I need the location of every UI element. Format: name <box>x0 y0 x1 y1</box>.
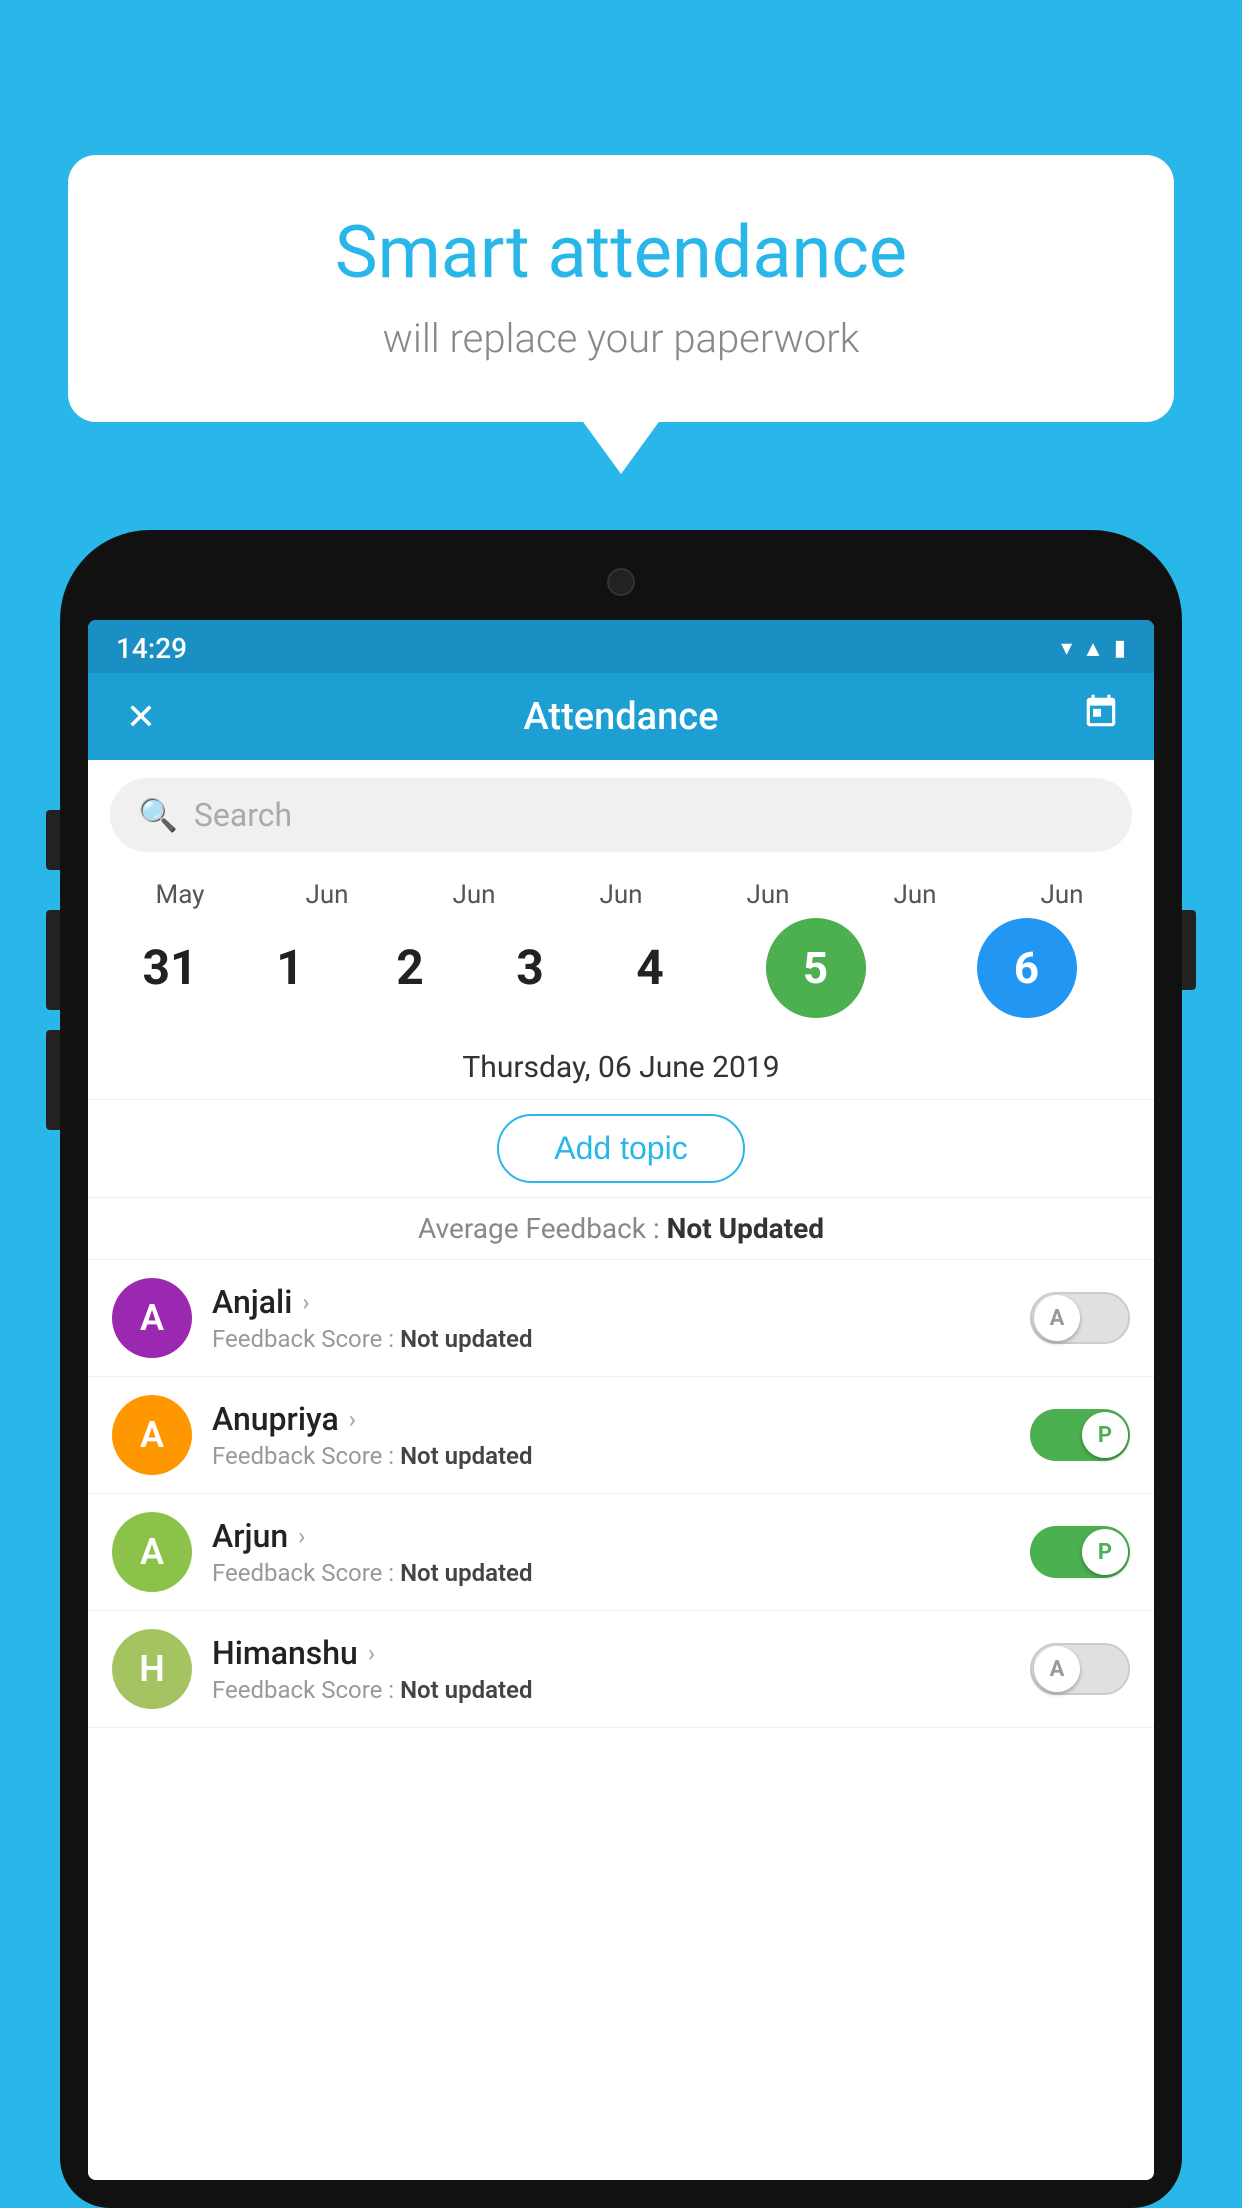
student-item: H Himanshu › Feedback Score : Not update… <box>88 1611 1154 1728</box>
student-feedback: Feedback Score : Not updated <box>212 1325 1010 1353</box>
speech-bubble-container: Smart attendance will replace your paper… <box>68 155 1174 422</box>
phone-frame: 14:29 ▾ ▲ ▮ ✕ Attendance <box>60 530 1182 2208</box>
student-item: A Anjali › Feedback Score : Not updated … <box>88 1260 1154 1377</box>
toggle-circle: P <box>1082 1529 1128 1575</box>
status-icons: ▾ ▲ ▮ <box>1061 636 1126 662</box>
power-button <box>1182 910 1196 990</box>
search-icon: 🔍 <box>138 796 178 834</box>
cal-month-0: May <box>120 880 240 910</box>
bubble-title: Smart attendance <box>128 210 1114 295</box>
status-time: 14:29 <box>116 632 187 665</box>
student-feedback: Feedback Score : Not updated <box>212 1442 1010 1470</box>
avatar: H <box>112 1629 192 1709</box>
calendar-dates: 31 1 2 3 4 5 6 <box>110 918 1132 1018</box>
student-name: Anjali › <box>212 1283 1010 1321</box>
student-info[interactable]: Himanshu › Feedback Score : Not updated <box>212 1634 1010 1704</box>
student-name: Arjun › <box>212 1517 1010 1555</box>
cal-date-1[interactable]: 1 <box>230 939 350 997</box>
battery-icon: ▮ <box>1114 636 1126 661</box>
add-topic-button[interactable]: Add topic <box>497 1114 744 1183</box>
cal-date-2[interactable]: 2 <box>350 939 470 997</box>
notch <box>541 540 701 608</box>
cal-month-3: Jun <box>561 880 681 910</box>
mute-button <box>46 810 60 870</box>
app-bar-title: Attendance <box>166 695 1076 739</box>
avatar: A <box>112 1512 192 1592</box>
cal-date-4[interactable]: 4 <box>590 939 710 997</box>
phone-screen: 14:29 ▾ ▲ ▮ ✕ Attendance <box>88 620 1154 2180</box>
search-bar[interactable]: 🔍 Search <box>110 778 1132 852</box>
toggle-circle: A <box>1034 1295 1080 1341</box>
cal-month-2: Jun <box>414 880 534 910</box>
avg-feedback-label: Average Feedback : <box>418 1212 667 1245</box>
phone-inner: 14:29 ▾ ▲ ▮ ✕ Attendance <box>70 540 1172 2198</box>
signal-icon: ▲ <box>1082 636 1104 662</box>
volume-up-button <box>46 910 60 1010</box>
toggle-off[interactable]: A <box>1030 1643 1130 1695</box>
speech-bubble: Smart attendance will replace your paper… <box>68 155 1174 422</box>
attendance-toggle[interactable]: P <box>1030 1409 1130 1461</box>
student-name: Anupriya › <box>212 1400 1010 1438</box>
chevron-right-icon: › <box>349 1405 356 1433</box>
cal-month-4: Jun <box>708 880 828 910</box>
avg-feedback-value: Not Updated <box>667 1212 824 1245</box>
calendar-strip: May Jun Jun Jun Jun Jun Jun 31 1 2 3 4 5… <box>88 870 1154 1036</box>
student-feedback: Feedback Score : Not updated <box>212 1676 1010 1704</box>
date-info: Thursday, 06 June 2019 <box>88 1036 1154 1100</box>
cal-date-31[interactable]: 31 <box>110 939 230 997</box>
toggle-on[interactable]: P <box>1030 1409 1130 1461</box>
student-feedback: Feedback Score : Not updated <box>212 1559 1010 1587</box>
cal-date-6-selected[interactable]: 6 <box>977 918 1077 1018</box>
selected-date-text: Thursday, 06 June 2019 <box>110 1050 1132 1085</box>
cal-month-1: Jun <box>267 880 387 910</box>
search-container: 🔍 Search <box>88 760 1154 870</box>
close-button[interactable]: ✕ <box>116 696 166 738</box>
attendance-toggle[interactable]: A <box>1030 1292 1130 1344</box>
calendar-months: May Jun Jun Jun Jun Jun Jun <box>110 880 1132 910</box>
volume-down-button <box>46 1030 60 1130</box>
toggle-on[interactable]: P <box>1030 1526 1130 1578</box>
wifi-icon: ▾ <box>1061 636 1072 661</box>
student-info[interactable]: Arjun › Feedback Score : Not updated <box>212 1517 1010 1587</box>
student-name: Himanshu › <box>212 1634 1010 1672</box>
student-info[interactable]: Anupriya › Feedback Score : Not updated <box>212 1400 1010 1470</box>
student-item: A Arjun › Feedback Score : Not updated P <box>88 1494 1154 1611</box>
avatar: A <box>112 1395 192 1475</box>
cal-month-5: Jun <box>855 880 975 910</box>
bubble-arrow <box>581 419 661 474</box>
student-item: A Anupriya › Feedback Score : Not update… <box>88 1377 1154 1494</box>
avg-feedback-section: Average Feedback : Not Updated <box>88 1198 1154 1260</box>
add-topic-container: Add topic <box>88 1100 1154 1198</box>
search-placeholder: Search <box>194 796 292 834</box>
student-list: A Anjali › Feedback Score : Not updated … <box>88 1260 1154 2180</box>
cal-date-3[interactable]: 3 <box>470 939 590 997</box>
avatar: A <box>112 1278 192 1358</box>
front-camera <box>607 568 635 596</box>
cal-month-6: Jun <box>1002 880 1122 910</box>
student-info[interactable]: Anjali › Feedback Score : Not updated <box>212 1283 1010 1353</box>
chevron-right-icon: › <box>368 1639 375 1667</box>
toggle-circle: P <box>1082 1412 1128 1458</box>
attendance-toggle[interactable]: A <box>1030 1643 1130 1695</box>
toggle-off[interactable]: A <box>1030 1292 1130 1344</box>
cal-date-5-today[interactable]: 5 <box>766 918 866 1018</box>
app-bar: ✕ Attendance <box>88 673 1154 760</box>
calendar-button[interactable] <box>1076 693 1126 740</box>
attendance-toggle[interactable]: P <box>1030 1526 1130 1578</box>
toggle-circle: A <box>1034 1646 1080 1692</box>
chevron-right-icon: › <box>298 1522 305 1550</box>
status-bar: 14:29 ▾ ▲ ▮ <box>88 620 1154 673</box>
bubble-subtitle: will replace your paperwork <box>128 315 1114 362</box>
chevron-right-icon: › <box>302 1288 309 1316</box>
